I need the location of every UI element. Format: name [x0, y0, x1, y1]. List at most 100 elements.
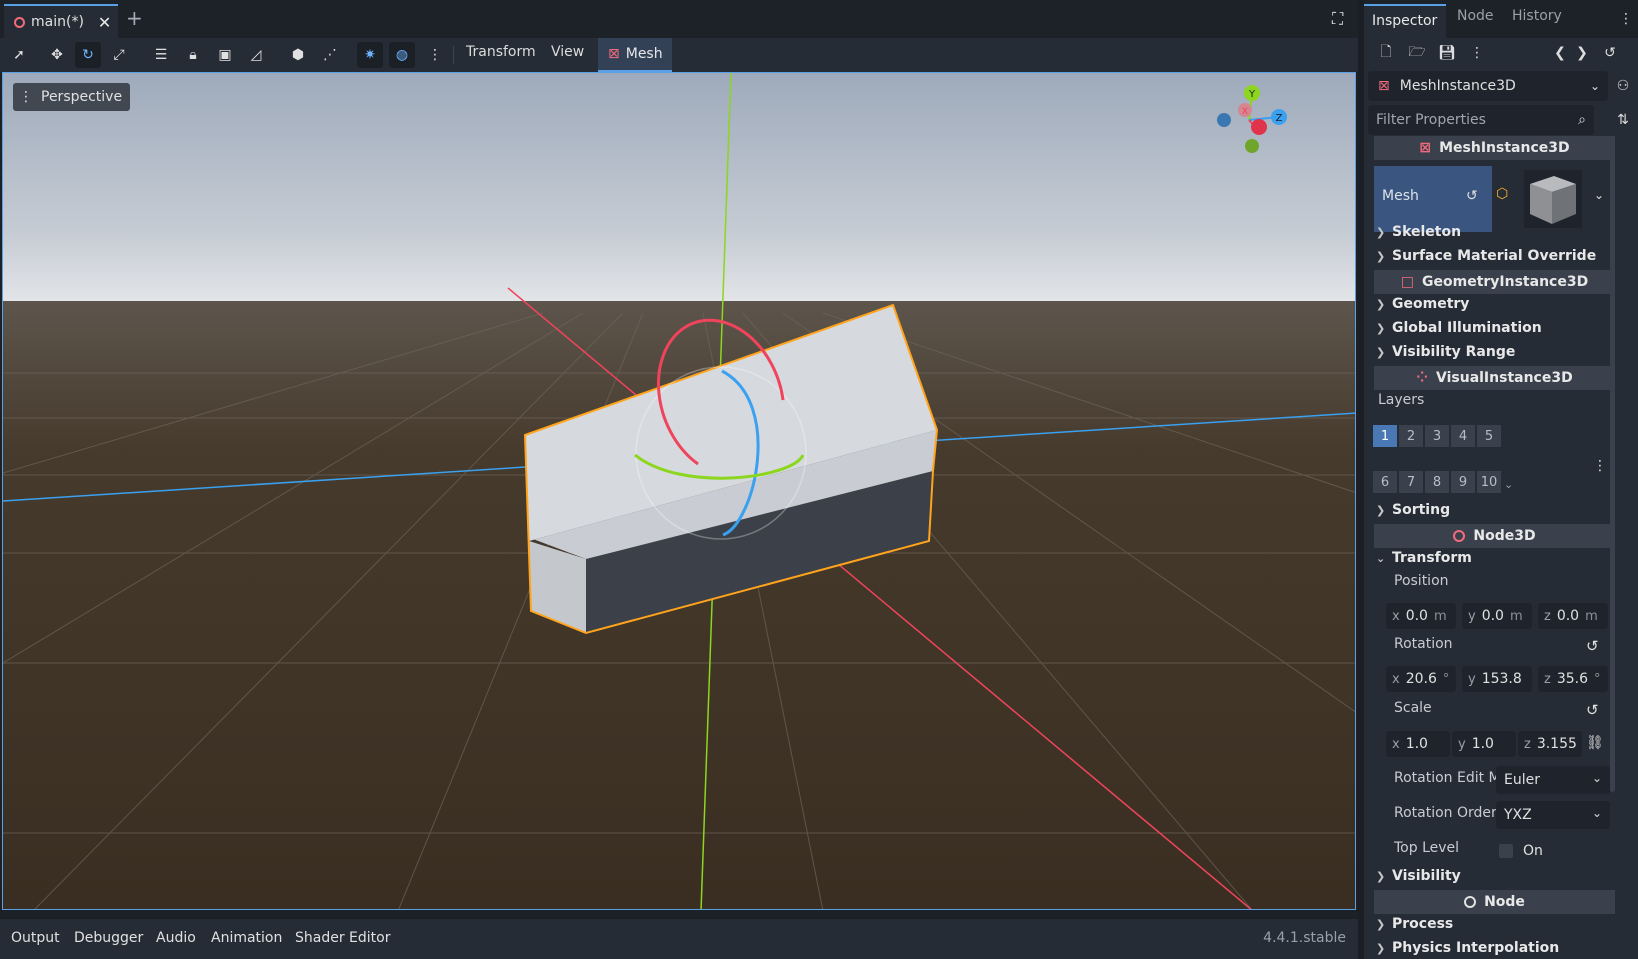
rotation-order-label: Rotation Order [1394, 805, 1497, 821]
reset-rotation-icon[interactable]: ↺ [1586, 637, 1599, 655]
local-space-icon[interactable]: ⬢ [285, 42, 311, 68]
geometry-instance-icon: □ [1400, 274, 1415, 290]
tab-history[interactable]: History [1512, 8, 1562, 24]
property-tools-icon[interactable]: ⇅ [1613, 110, 1633, 130]
group-surface-material-override[interactable]: ❯ Surface Material Override [1376, 248, 1596, 264]
tab-inspector[interactable]: Inspector [1364, 4, 1446, 38]
resource-menu-icon[interactable]: ⋮ [1467, 43, 1487, 63]
position-x-field[interactable]: x 0.0 m [1386, 603, 1456, 629]
layer-8[interactable]: 8 [1425, 471, 1449, 493]
position-y-field[interactable]: y 0.0 m [1462, 603, 1532, 629]
ruler-icon[interactable]: ◿ [243, 42, 269, 68]
environment-preview-icon[interactable]: ◍ [389, 42, 415, 68]
section-meshinstance3d[interactable]: ⊠ MeshInstance3D [1374, 136, 1615, 160]
section-node3d[interactable]: Node3D [1374, 524, 1615, 548]
select-tool-icon[interactable]: ➚ [6, 42, 32, 68]
position-z-field[interactable]: z 0.0 m [1538, 603, 1608, 629]
reset-icon[interactable]: ↺ [1466, 188, 1478, 204]
tab-audio[interactable]: Audio [156, 930, 196, 946]
group-skeleton[interactable]: ❯ Skeleton [1376, 224, 1461, 240]
section-visualinstance3d[interactable]: ⁘ VisualInstance3D [1374, 366, 1615, 390]
snap-icon[interactable]: ⋰ [317, 42, 343, 68]
move-tool-icon[interactable]: ✥ [44, 42, 70, 68]
history-forward-icon[interactable]: ❯ [1572, 43, 1592, 63]
rotation-z-field[interactable]: z 35.6 ° [1538, 666, 1608, 692]
list-select-icon[interactable]: ☰ [148, 42, 174, 68]
new-resource-icon[interactable]: 🗋︎ [1376, 43, 1396, 63]
layers-menu-icon[interactable]: ⋮ [1593, 458, 1607, 474]
rotation-x-field[interactable]: x 20.6 ° [1386, 666, 1456, 692]
mesh-menu[interactable]: ⊠ Mesh [598, 38, 672, 72]
layer-6[interactable]: 6 [1373, 471, 1397, 493]
rotate-tool-icon[interactable]: ↻ [75, 42, 101, 68]
tab-output[interactable]: Output [11, 930, 60, 946]
tab-node[interactable]: Node [1457, 8, 1494, 24]
group-physics-interpolation[interactable]: ❯ Physics Interpolation [1376, 940, 1559, 956]
dock-options-icon[interactable]: ⋮ [1616, 9, 1636, 29]
layer-2[interactable]: 2 [1399, 425, 1423, 447]
section-geometryinstance3d[interactable]: □ GeometryInstance3D [1374, 270, 1615, 294]
group-visibility[interactable]: ❯ Visibility [1376, 868, 1461, 884]
mesh-property[interactable]: Mesh ↺ ⬡ ⌄ [1374, 166, 1615, 232]
tab-animation[interactable]: Animation [211, 930, 282, 946]
3d-viewport[interactable]: Y Z X ⋮ Perspective [2, 72, 1356, 910]
perspective-menu-button[interactable]: ⋮ Perspective [13, 83, 131, 111]
open-folder-icon[interactable]: 🗁︎ [1407, 43, 1427, 63]
scale-z-field[interactable]: z 3.155 [1518, 731, 1582, 757]
rotation-y-field[interactable]: y 153.8 [1462, 666, 1532, 692]
scale-y-field[interactable]: y 1.0 [1452, 731, 1516, 757]
viewport-canvas[interactable]: Y Z X [3, 73, 1356, 910]
node-docs-icon[interactable]: ⚇ [1613, 76, 1633, 96]
link-scale-icon[interactable]: ⛓ [1586, 735, 1604, 751]
group-global-illumination[interactable]: ❯ Global Illumination [1376, 320, 1542, 336]
inspector-scrollbar[interactable] [1610, 142, 1615, 792]
rotation-y-value: 153.8 [1481, 671, 1522, 687]
add-tab-button[interactable]: + [126, 6, 143, 30]
scale-x-field[interactable]: x 1.0 [1386, 731, 1450, 757]
object-selector[interactable]: ⊠ MeshInstance3D ⌄ [1368, 71, 1608, 101]
scene-tab-main[interactable]: main(*) ✕ [4, 4, 118, 38]
node3d-icon [14, 16, 25, 28]
group-visibility-range[interactable]: ❯ Visibility Range [1376, 344, 1515, 360]
group-geometry[interactable]: ❯ Geometry [1376, 296, 1469, 312]
history-back-icon[interactable]: ❮ [1550, 43, 1570, 63]
layer-10[interactable]: 10 [1477, 471, 1501, 493]
chevron-right-icon: ❯ [1376, 321, 1386, 335]
reset-scale-icon[interactable]: ↺ [1586, 701, 1599, 719]
group-label: Physics Interpolation [1392, 940, 1560, 956]
layer-3[interactable]: 3 [1425, 425, 1449, 447]
transform-menu[interactable]: Transform [466, 44, 536, 66]
top-level-checkbox[interactable]: On [1499, 843, 1543, 859]
chevron-down-icon[interactable]: ⌄ [1594, 188, 1604, 202]
tab-debugger[interactable]: Debugger [74, 930, 143, 946]
rotation-edit-mode-select[interactable]: Euler ⌄ [1496, 766, 1610, 794]
distraction-free-icon[interactable]: ⛶ [1332, 9, 1352, 29]
more-options-icon[interactable]: ⋮ [422, 42, 448, 68]
scale-z-value: 3.155 [1536, 736, 1577, 752]
group-transform[interactable]: ⌄ Transform [1376, 550, 1472, 566]
save-icon[interactable]: 💾︎ [1437, 43, 1457, 63]
layer-9[interactable]: 9 [1451, 471, 1475, 493]
section-node[interactable]: Node [1374, 890, 1615, 914]
chevron-down-icon: ⌄ [1589, 79, 1600, 93]
group-process[interactable]: ❯ Process [1376, 916, 1453, 932]
layer-4[interactable]: 4 [1451, 425, 1475, 447]
expand-layers-icon[interactable]: ⌄ [1504, 478, 1513, 491]
mesh-preview-thumbnail[interactable] [1524, 170, 1582, 228]
layer-5[interactable]: 5 [1477, 425, 1501, 447]
close-tab-icon[interactable]: ✕ [98, 13, 111, 32]
rotation-order-select[interactable]: YXZ ⌄ [1496, 801, 1610, 829]
layer-1[interactable]: 1 [1373, 425, 1397, 447]
scale-tool-icon[interactable]: ⤢ [106, 42, 132, 68]
mesh-instance-icon: ⊠ [1419, 140, 1432, 156]
sun-preview-icon[interactable]: ✷ [357, 42, 383, 68]
view-menu[interactable]: View [551, 44, 584, 66]
z-axis-label: z [1544, 671, 1551, 687]
tab-shader-editor[interactable]: Shader Editor [295, 930, 390, 946]
layer-7[interactable]: 7 [1399, 471, 1423, 493]
group-sorting[interactable]: ❯ Sorting [1376, 502, 1450, 518]
group-icon[interactable]: ▣ [212, 42, 238, 68]
filter-properties-input[interactable]: Filter Properties ⌕ [1368, 105, 1594, 135]
object-history-icon[interactable]: ↺ [1600, 43, 1620, 63]
lock-icon[interactable]: 🔒︎ [180, 42, 206, 68]
